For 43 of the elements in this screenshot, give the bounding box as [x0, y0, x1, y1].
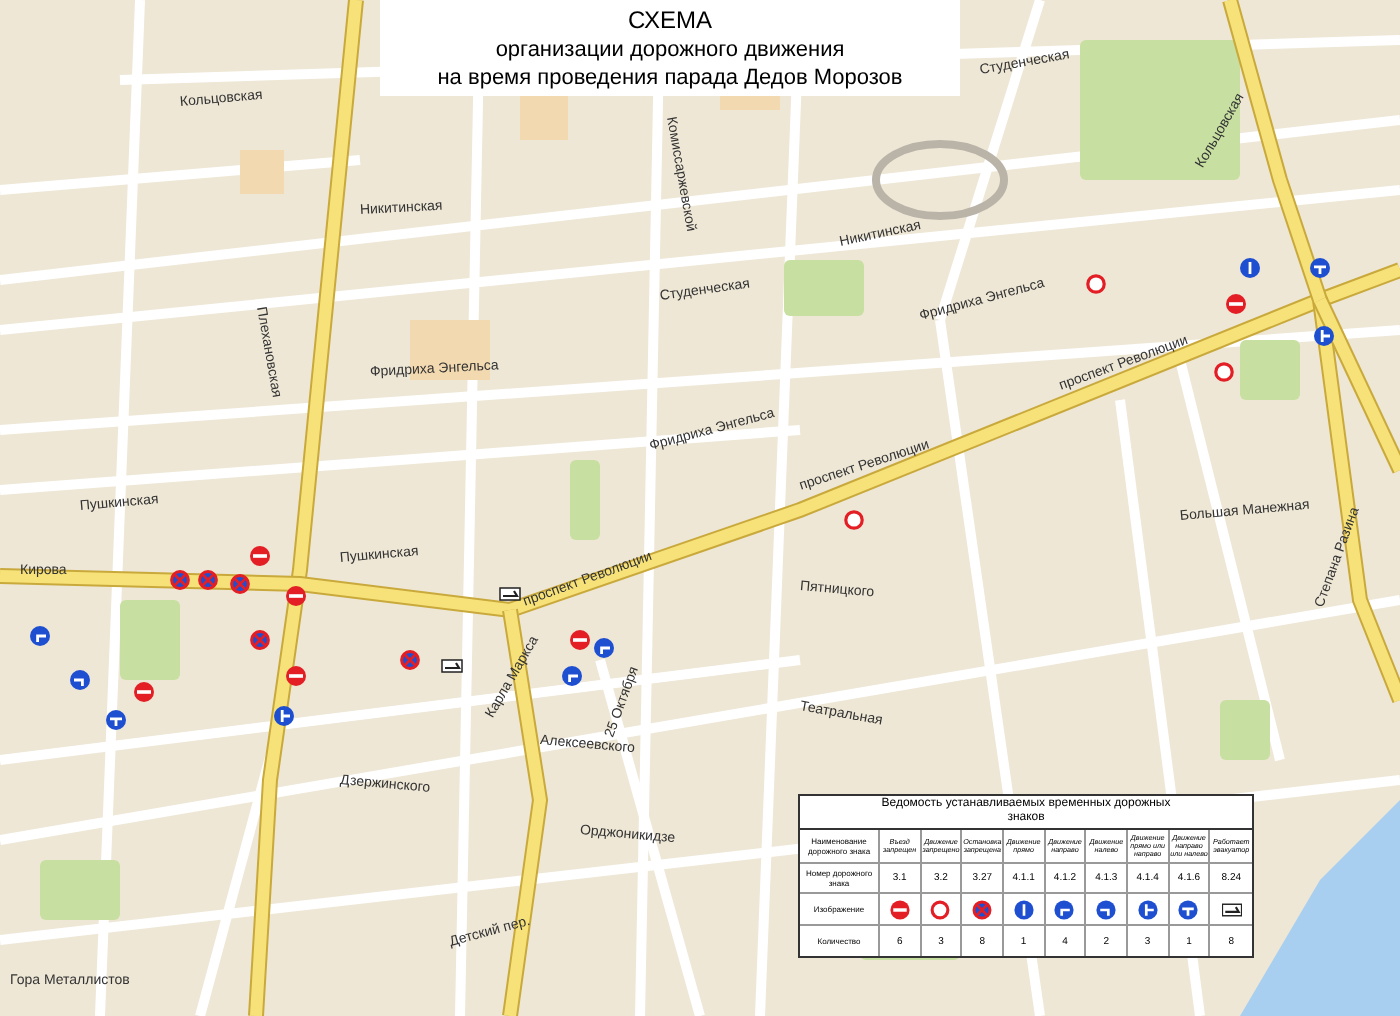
map-title-line: организации дорожного движения: [495, 35, 845, 63]
no-stopping-sign-icon: [226, 570, 254, 598]
park-area: [120, 600, 180, 680]
straight-or-right-sign-icon: [270, 702, 298, 730]
right-turn-sign-icon: [1054, 899, 1075, 919]
right-or-left-sign-icon: [1306, 254, 1334, 282]
no-stopping-sign-icon: [194, 566, 222, 594]
no-traffic-sign-icon: [1082, 270, 1110, 298]
no-stopping-sign-icon: [166, 566, 194, 594]
no-stopping-sign-icon: [972, 899, 993, 919]
no-stopping-sign-icon: [396, 646, 424, 674]
park-area: [570, 460, 600, 540]
left-turn-sign-icon: [66, 666, 94, 694]
no-traffic-sign-icon: [930, 899, 951, 919]
right-turn-sign-icon: [590, 634, 618, 662]
straight-or-right-sign-icon: [1137, 899, 1158, 919]
no-entry-sign-icon: [889, 899, 910, 919]
building: [240, 150, 284, 194]
straight-arrow-sign-icon: [1013, 899, 1034, 919]
map-title-line: на время проведения парада Дедов Морозов: [437, 63, 903, 91]
straight-or-right-sign-icon: [1310, 322, 1338, 350]
right-turn-sign-icon: [558, 662, 586, 690]
tow-truck-sign-icon: [1221, 899, 1242, 919]
park-area: [40, 860, 120, 920]
park-area: [1240, 340, 1300, 400]
park-area: [784, 260, 864, 316]
right-or-left-sign-icon: [102, 706, 130, 734]
left-turn-sign-icon: [1096, 899, 1117, 919]
no-entry-sign-icon: [246, 542, 274, 570]
no-entry-sign-icon: [282, 582, 310, 610]
map-title-line: СХЕМА: [628, 5, 712, 35]
no-entry-sign-icon: [1222, 290, 1250, 318]
no-entry-sign-icon: [130, 678, 158, 706]
no-entry-sign-icon: [566, 626, 594, 654]
straight-arrow-sign-icon: [1236, 254, 1264, 282]
no-stopping-sign-icon: [246, 626, 274, 654]
no-traffic-sign-icon: [1210, 358, 1238, 386]
no-traffic-sign-icon: [840, 506, 868, 534]
right-turn-sign-icon: [26, 622, 54, 650]
stadium-track: [872, 140, 1008, 220]
no-entry-sign-icon: [282, 662, 310, 690]
right-or-left-sign-icon: [1178, 899, 1199, 919]
park-area: [1220, 700, 1270, 760]
